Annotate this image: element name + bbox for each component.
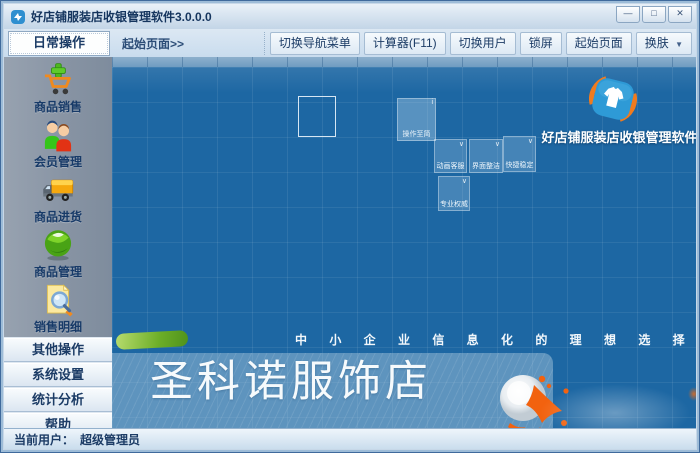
tshirt-logo-icon xyxy=(589,75,637,123)
minimize-button[interactable]: — xyxy=(616,6,640,23)
status-bar: 当前用户： 超级管理员 xyxy=(4,428,696,449)
sidebar-item-label: 商品进货 xyxy=(34,208,82,225)
feature-box-label: 快捷稳定 xyxy=(506,160,534,170)
calculator-button[interactable]: 计算器(F11) xyxy=(364,32,446,55)
feature-box: ∨ 界面整洁 xyxy=(469,139,503,173)
main-area: i 操作至简 ∨ 动画客服 ∨ 界面整洁 ∨ 快捷稳定 ∨ 专业权威 xyxy=(112,57,696,428)
feature-box: ∨ 动画客服 xyxy=(434,139,467,173)
sidebar-item-label: 商品销售 xyxy=(34,98,82,115)
globe-icon xyxy=(40,227,76,263)
sidebar-items: 商品销售 会员管理 xyxy=(4,57,112,337)
title-bar: 好店铺服装店收银管理软件3.0.0.0 — □ ✕ xyxy=(4,4,696,29)
switch-user-button[interactable]: 切换用户 xyxy=(450,32,516,55)
feature-box: i 操作至简 xyxy=(397,98,436,141)
store-name: 圣科诺服饰店 xyxy=(150,347,432,409)
start-page-button[interactable]: 起始页面 xyxy=(566,32,632,55)
feature-box-label: 界面整洁 xyxy=(472,161,500,171)
app-logo-icon xyxy=(10,9,26,25)
switch-nav-menu-button[interactable]: 切换导航菜单 xyxy=(270,32,360,55)
change-skin-label: 换肤 xyxy=(645,36,669,50)
members-icon xyxy=(40,117,76,153)
slogan-text: 中 小 企 业 信 息 化 的 理 想 选 择 xyxy=(295,331,694,348)
sidebar-item-label: 会员管理 xyxy=(34,153,82,170)
current-user-value: 超级管理员 xyxy=(80,431,140,448)
cart-icon xyxy=(40,62,76,98)
window-body: 商品销售 会员管理 xyxy=(4,57,696,428)
toolbar: 切换导航菜单 计算器(F11) 切换用户 锁屏 起始页面 换肤 ▼ xyxy=(264,32,692,55)
chevron-down-icon: ▼ xyxy=(675,40,683,49)
logo-title: 好店铺服装店收银管理软件 xyxy=(537,127,696,146)
feature-box: ∨ 快捷稳定 xyxy=(503,136,536,172)
feature-box-mark: ∨ xyxy=(495,140,500,148)
toolbar-row: 日常操作 起始页面>> 切换导航菜单 计算器(F11) 切换用户 锁屏 起始页面… xyxy=(4,29,696,57)
sidebar-item-member-management[interactable]: 会员管理 xyxy=(4,117,112,172)
sidebar-item-product-purchase[interactable]: 商品进货 xyxy=(4,172,112,227)
app-window: 好店铺服装店收银管理软件3.0.0.0 — □ ✕ 日常操作 起始页面>> 切换… xyxy=(0,0,700,453)
feature-box-label: 专业权威 xyxy=(440,199,468,209)
sidebar-button-statistics[interactable]: 统计分析 xyxy=(4,388,112,412)
main-top-strip xyxy=(112,57,696,67)
highlighted-grid-cell xyxy=(298,96,336,137)
breadcrumb: 起始页面>> xyxy=(122,35,184,52)
truck-icon xyxy=(40,172,76,208)
sidebar-item-sales-detail[interactable]: 销售明细 xyxy=(4,282,112,337)
lock-screen-button[interactable]: 锁屏 xyxy=(520,32,562,55)
sidebar-button-other-operations[interactable]: 其他操作 xyxy=(4,338,112,362)
close-button[interactable]: ✕ xyxy=(668,6,692,23)
sidebar: 商品销售 会员管理 xyxy=(4,57,112,428)
window-title: 好店铺服装店收银管理软件3.0.0.0 xyxy=(31,8,212,25)
feature-box-label: 动画客服 xyxy=(437,161,465,171)
search-document-icon xyxy=(40,282,76,318)
current-user-label: 当前用户： xyxy=(14,431,74,448)
tab-daily-operations[interactable]: 日常操作 xyxy=(8,31,110,56)
edge-orange-decoration xyxy=(688,387,696,401)
window-controls: — □ ✕ xyxy=(616,6,692,23)
store-banner: 圣科诺服饰店 xyxy=(112,353,553,428)
feature-box-mark: i xyxy=(431,99,433,106)
feature-box-mark: ∨ xyxy=(528,137,533,145)
feature-box-label: 操作至简 xyxy=(403,129,431,139)
feature-box-mark: ∨ xyxy=(459,140,464,148)
feature-box: ∨ 专业权威 xyxy=(438,176,470,211)
sidebar-button-system-settings[interactable]: 系统设置 xyxy=(4,363,112,387)
maximize-button[interactable]: □ xyxy=(642,6,666,23)
sidebar-item-product-sales[interactable]: 商品销售 xyxy=(4,62,112,117)
feature-box-mark: ∨ xyxy=(462,177,467,185)
sidebar-item-product-management[interactable]: 商品管理 xyxy=(4,227,112,282)
sidebar-item-label: 销售明细 xyxy=(34,318,82,335)
change-skin-button[interactable]: 换肤 ▼ xyxy=(636,32,692,55)
sidebar-item-label: 商品管理 xyxy=(34,263,82,280)
